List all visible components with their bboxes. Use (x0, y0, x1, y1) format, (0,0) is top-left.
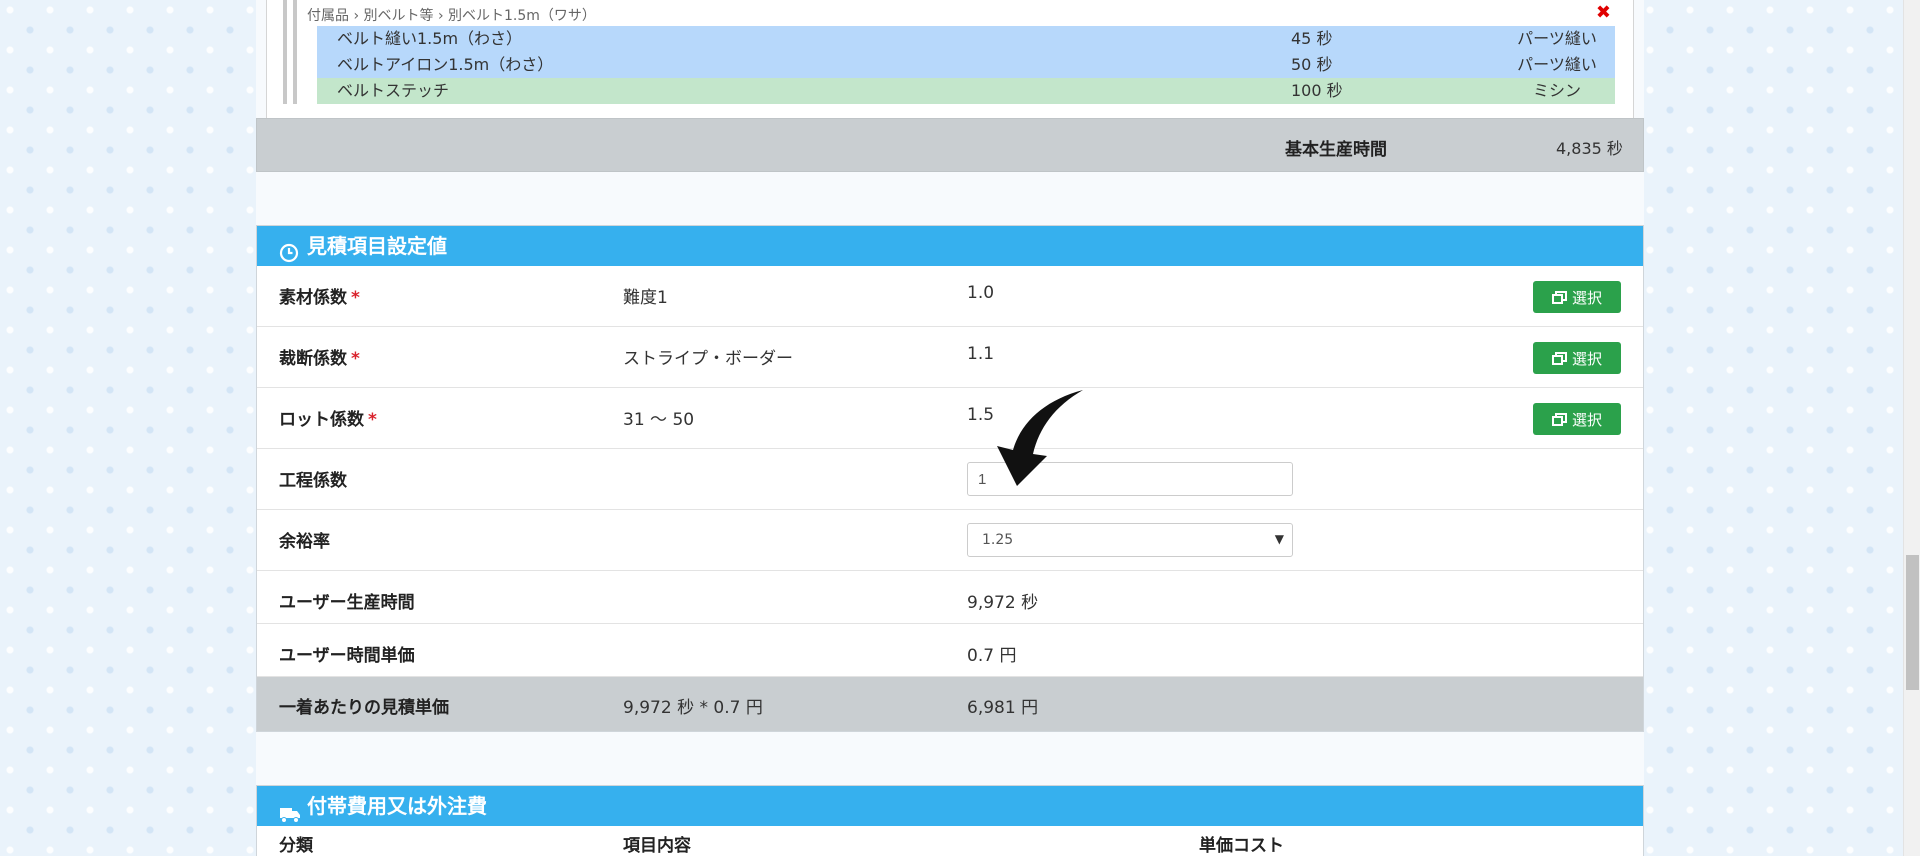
caret-down-icon: ▼ (1274, 532, 1284, 546)
process-row: ベルトアイロン1.5m（わさ） 50 秒 パーツ縫い (317, 52, 1615, 78)
row-desc: 難度1 (623, 288, 668, 308)
process-time: 100 秒 (1291, 81, 1343, 100)
row-desc: 31 〜 50 (623, 410, 695, 430)
process-coefficient-row: 工程係数 (257, 449, 1643, 510)
table-header: 分類 項目内容 単価コスト (257, 826, 1643, 856)
scrollbar-thumb[interactable] (1906, 555, 1919, 690)
column-header: 分類 (279, 836, 313, 856)
process-name: ベルトステッチ (337, 81, 450, 100)
scrollbar[interactable] (1903, 0, 1920, 856)
select-button[interactable]: 選択 (1533, 403, 1621, 435)
column-header: 単価コスト (1199, 836, 1284, 856)
main-container: 付属品 › 別ベルト等 › 別ベルト1.5m（ワサ） ✖ ベルト縫い1.5m（わ… (256, 0, 1644, 856)
process-kind: パーツ縫い (1517, 29, 1597, 48)
process-time: 45 秒 (1291, 29, 1333, 48)
coefficient-row-lot: ロット係数 * 31 〜 50 1.5 選択 (257, 388, 1643, 449)
selected-value: 1.25 (982, 532, 1014, 548)
process-name: ベルト縫い1.5m（わさ） (337, 29, 523, 48)
row-value: 9,972 秒 (967, 593, 1039, 613)
annotation-arrow-icon (997, 390, 1083, 486)
process-row: ベルトステッチ 100 秒 ミシン (317, 78, 1615, 104)
margin-rate-row: 余裕率 1.25 ▼ (257, 510, 1643, 571)
basic-production-time-bar: 基本生産時間 4,835 秒 (256, 118, 1644, 172)
required-mark: * (351, 288, 360, 308)
total-formula: 9,972 秒 * 0.7 円 (623, 698, 763, 718)
process-row: ベルト縫い1.5m（わさ） 45 秒 パーツ縫い (317, 26, 1615, 52)
windows-icon (1551, 290, 1567, 304)
estimate-settings-panel: 見積項目設定値 素材係数 * 難度1 1.0 選択 裁断係数 * ストライプ・ボーダ… (256, 225, 1644, 732)
row-value: 1.0 (967, 283, 995, 303)
coefficient-row-material: 素材係数 * 難度1 1.0 選択 (257, 266, 1643, 327)
unit-price-total-row: 一着あたりの見積単価 9,972 秒 * 0.7 円 6,981 円 (257, 677, 1643, 731)
panel-title: 付帯費用又は外注費 (307, 794, 487, 818)
windows-icon (1551, 351, 1567, 365)
windows-icon (1551, 412, 1567, 426)
select-button[interactable]: 選択 (1533, 342, 1621, 374)
basic-time-value: 4,835 秒 (1556, 139, 1623, 158)
row-value: 1.1 (967, 344, 995, 364)
panel-header: 見積項目設定値 (257, 226, 1643, 266)
row-label: 一着あたりの見積単価 (279, 698, 449, 718)
panel-header: 付帯費用又は外注費 (257, 786, 1643, 826)
row-value: 0.7 円 (967, 646, 1017, 666)
tree-guide-lines (283, 0, 297, 104)
select-button[interactable]: 選択 (1533, 281, 1621, 313)
row-label: 裁断係数 * (279, 349, 360, 369)
process-name: ベルトアイロン1.5m（わさ） (337, 55, 554, 74)
user-hourly-rate-row: ユーザー時間単価 0.7 円 (257, 624, 1643, 677)
panel-title: 見積項目設定値 (307, 234, 447, 258)
coefficient-row-cutting: 裁断係数 * ストライプ・ボーダー 1.1 選択 (257, 327, 1643, 388)
close-icon[interactable]: ✖ (1596, 2, 1611, 23)
column-header: 項目内容 (623, 836, 691, 856)
row-label: 余裕率 (279, 532, 330, 552)
user-production-time-row: ユーザー生産時間 9,972 秒 (257, 571, 1643, 624)
row-label: ユーザー時間単価 (279, 646, 415, 666)
row-label: 工程係数 (279, 471, 347, 491)
process-kind: パーツ縫い (1517, 55, 1597, 74)
basic-time-label: 基本生産時間 (1285, 140, 1387, 160)
required-mark: * (368, 410, 377, 430)
row-label: 素材係数 * (279, 288, 360, 308)
incidental-costs-panel: 付帯費用又は外注費 分類 項目内容 単価コスト (256, 785, 1644, 856)
clock-icon (279, 236, 299, 263)
total-value: 6,981 円 (967, 698, 1039, 718)
truck-icon (279, 796, 300, 823)
required-mark: * (351, 349, 360, 369)
process-kind: ミシン (1532, 81, 1581, 100)
margin-rate-select[interactable]: 1.25 ▼ (967, 523, 1293, 557)
breadcrumb: 付属品 › 別ベルト等 › 別ベルト1.5m（ワサ） (307, 8, 596, 24)
process-time: 50 秒 (1291, 55, 1333, 74)
row-label: ロット係数 * (279, 410, 377, 430)
row-desc: ストライプ・ボーダー (623, 349, 793, 369)
row-label: ユーザー生産時間 (279, 593, 415, 613)
row-value: 1.5 (967, 405, 995, 425)
process-breakdown-panel: 付属品 › 別ベルト等 › 別ベルト1.5m（ワサ） ✖ ベルト縫い1.5m（わ… (266, 0, 1634, 120)
